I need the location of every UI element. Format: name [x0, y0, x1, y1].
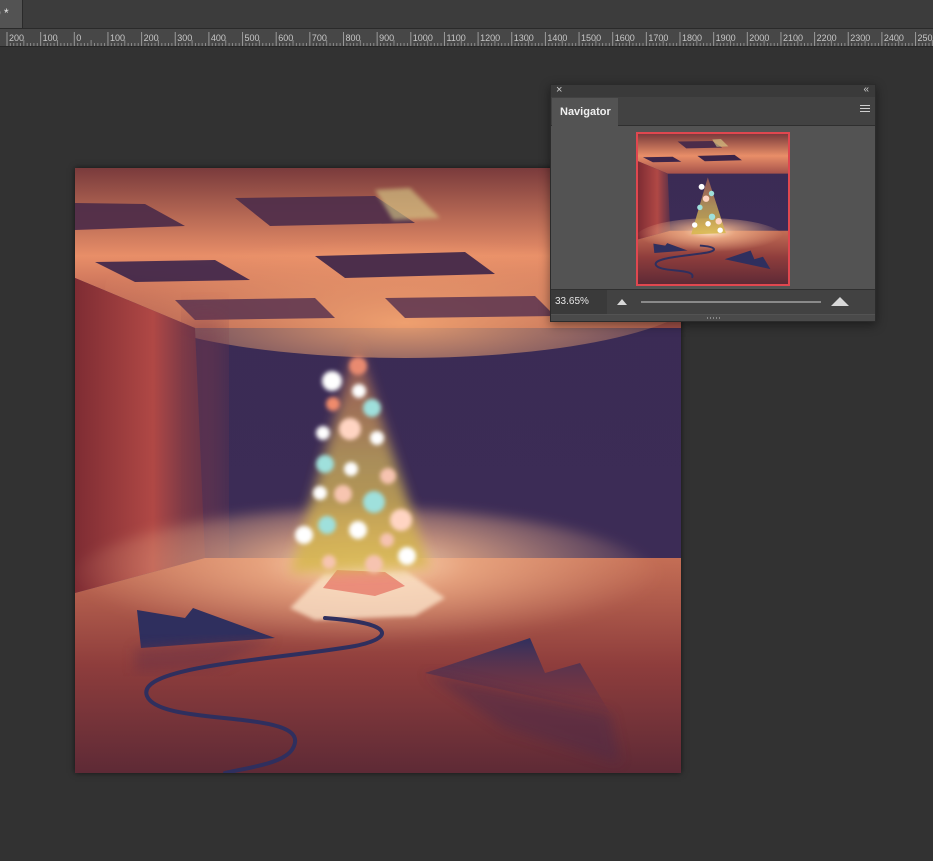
ruler-label: 2400: [883, 33, 904, 43]
ruler-label: 800: [345, 33, 361, 43]
small-mountain-icon[interactable]: [617, 298, 627, 305]
ruler-label: 2100: [782, 33, 803, 43]
document-tab-title: 0 *: [0, 6, 9, 20]
ruler-label: 1600: [614, 33, 635, 43]
navigator-panel: × « Navigator 33.65%: [550, 84, 876, 322]
ruler-label: 1000: [412, 33, 433, 43]
zoom-controls: 33.65%: [551, 289, 875, 314]
large-mountain-icon[interactable]: [831, 296, 849, 306]
close-icon[interactable]: ×: [556, 84, 562, 96]
panel-tab-strip: Navigator: [551, 97, 875, 126]
ruler-label: 300: [177, 33, 193, 43]
zoom-percentage-field[interactable]: 33.65%: [551, 290, 607, 314]
navigator-thumbnail: [638, 134, 788, 284]
ruler-label: 1800: [682, 33, 703, 43]
ruler-label: 0: [76, 33, 82, 43]
ruler-label: 1300: [513, 33, 534, 43]
ruler-label: 200: [9, 33, 25, 43]
panel-title-bar[interactable]: × «: [551, 84, 875, 97]
double-chevron-left-icon[interactable]: «: [863, 84, 869, 96]
ruler-label: 2000: [749, 33, 770, 43]
ruler-label: 900: [379, 33, 395, 43]
navigator-viewport-preview[interactable]: [636, 132, 790, 286]
document-tab[interactable]: 0 *: [0, 0, 23, 28]
zoom-slider[interactable]: [641, 301, 821, 303]
ruler-label: 600: [278, 33, 294, 43]
ruler-label: 2300: [850, 33, 871, 43]
ruler-label: 700: [311, 33, 327, 43]
ruler-label: 400: [210, 33, 226, 43]
ruler-label: 2200: [816, 33, 837, 43]
panel-resize-grip[interactable]: [551, 315, 875, 321]
ruler-label: 100: [42, 33, 58, 43]
ruler-label: 1900: [715, 33, 736, 43]
document-tab-bar: 0 *: [0, 0, 933, 29]
ruler-label: 1400: [547, 33, 568, 43]
tab-navigator-label: Navigator: [560, 106, 611, 118]
ruler-label: 1500: [581, 33, 602, 43]
ruler-label: 250: [917, 33, 933, 43]
horizontal-ruler[interactable]: 200 100 0 100 200 300 400 500 600 700 800 900 1000 11…: [0, 29, 933, 47]
ruler-label: 100: [109, 33, 125, 43]
tab-navigator[interactable]: Navigator: [552, 98, 618, 126]
ruler-label: 500: [244, 33, 260, 43]
ruler-label: 1200: [480, 33, 501, 43]
panel-menu-icon[interactable]: [860, 105, 870, 113]
ruler-label: 200: [143, 33, 159, 43]
ruler-label: 1700: [648, 33, 669, 43]
ruler-label: 1100: [446, 33, 466, 43]
